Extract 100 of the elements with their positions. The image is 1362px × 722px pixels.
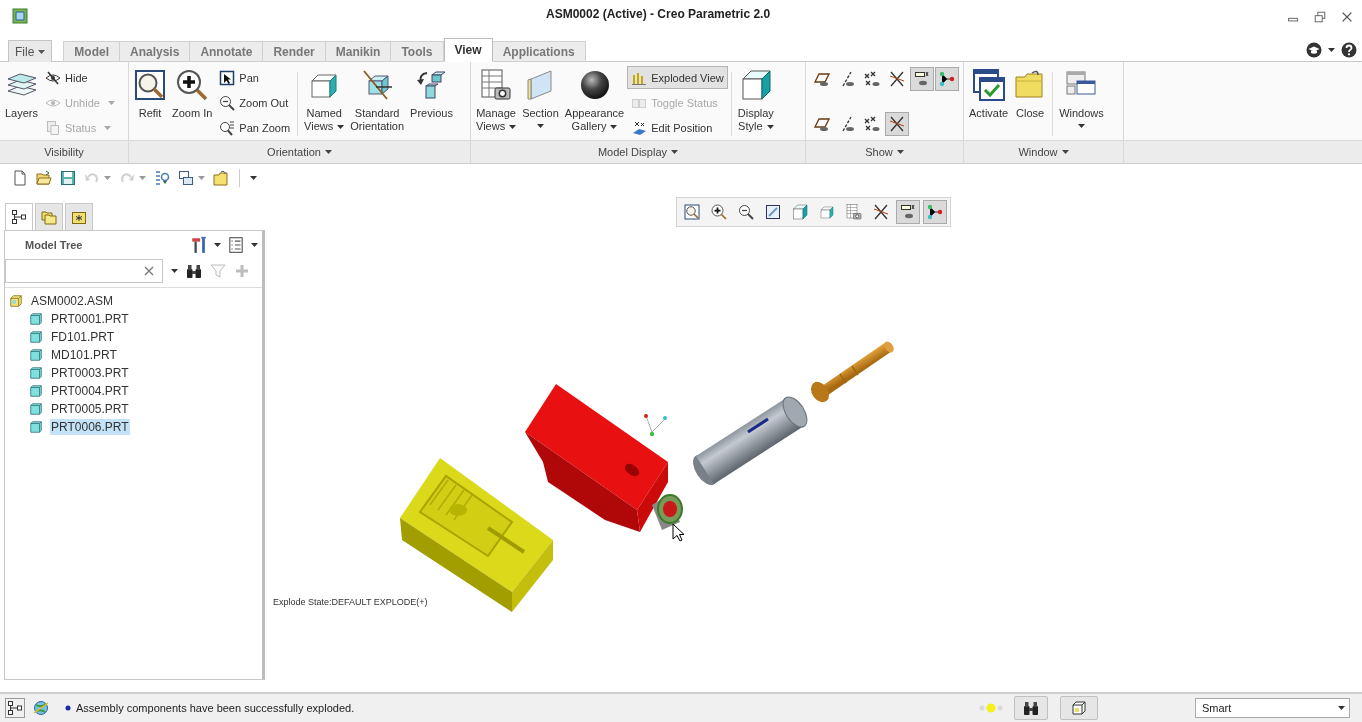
tree-item[interactable]: FD101.PRT	[50, 329, 116, 345]
search-field[interactable]	[5, 259, 163, 283]
view-toolbar-button[interactable]	[896, 200, 920, 224]
ribbon-tab[interactable]: Analysis	[120, 41, 191, 62]
ribbon-button[interactable]: Hide	[41, 66, 119, 89]
model-button[interactable]	[1060, 696, 1098, 720]
close-icon[interactable]	[1340, 10, 1354, 24]
model-tree-icon[interactable]	[7, 700, 23, 716]
magnifier-lines-icon	[219, 119, 236, 136]
ribbon-button[interactable]: Refit	[131, 64, 169, 123]
selection-filter-dropdown[interactable]: Smart	[1195, 698, 1350, 718]
ribbon-button[interactable]: Close	[1011, 64, 1050, 123]
part-cube-icon	[29, 366, 43, 380]
list-circle-icon[interactable]	[154, 170, 170, 186]
show-toggle-button[interactable]	[885, 112, 909, 136]
clear-icon[interactable]	[144, 266, 154, 276]
ribbon-tab[interactable]: View	[443, 38, 493, 62]
linked-nodes-icon	[939, 71, 955, 87]
tree-item[interactable]: MD101.PRT	[50, 347, 118, 363]
restore-icon[interactable]	[1313, 10, 1327, 24]
group-menu-button[interactable]: Window	[1014, 144, 1073, 160]
ribbon-button[interactable]: Zoom In	[169, 64, 216, 123]
caret-icon	[537, 124, 544, 128]
show-toggle-button[interactable]	[910, 67, 934, 91]
box-icon	[1071, 700, 1087, 716]
tag-icon	[914, 71, 930, 87]
ribbon-split-button[interactable]: Windows	[1056, 64, 1107, 131]
caret-icon[interactable]	[1328, 47, 1335, 52]
new-file-icon[interactable]	[12, 170, 28, 186]
save-icon[interactable]	[60, 170, 76, 186]
ribbon-button[interactable]: Activate	[966, 64, 1012, 123]
ribbon-button[interactable]: Named Views	[301, 64, 348, 136]
zoom-in-icon	[711, 204, 727, 220]
file-menu-button[interactable]: File	[8, 40, 53, 62]
crossed-axes-icon	[889, 71, 905, 87]
show-toggle-button[interactable]	[935, 67, 959, 91]
window-check-icon	[972, 69, 1005, 101]
mouse-pointer-icon	[672, 523, 685, 542]
folder-icon[interactable]	[213, 170, 229, 186]
ribbon-tab[interactable]: Model	[63, 41, 120, 62]
ribbon-tab[interactable]: Manikin	[325, 41, 392, 62]
ribbon-button[interactable]: Exploded View	[627, 66, 728, 89]
open-folder-icon[interactable]	[36, 170, 52, 186]
caret-icon[interactable]	[214, 243, 221, 247]
ribbon-button[interactable]: Appearance Gallery	[561, 64, 628, 136]
ribbon-button[interactable]: Pan Zoom	[215, 116, 295, 139]
caret-icon[interactable]	[251, 243, 258, 247]
view-toolbar-button[interactable]	[923, 200, 947, 224]
panel-tab[interactable]	[5, 203, 33, 230]
globe-icon[interactable]	[33, 700, 49, 716]
ribbon-tab[interactable]: Applications	[492, 41, 586, 62]
tree-item[interactable]: PRT0004.PRT	[50, 383, 130, 399]
tree-item[interactable]: PRT0003.PRT	[50, 365, 130, 381]
ribbon-button[interactable]: Pan	[215, 66, 295, 89]
list-icon[interactable]	[227, 236, 245, 254]
sphere-icon	[578, 69, 611, 101]
ribbon-split-button[interactable]: Section	[519, 64, 562, 131]
explode-state-label: Explode State:DEFAULT EXPLODE(+)	[273, 597, 428, 607]
star-folder-icon	[71, 209, 87, 225]
caret-icon	[1338, 706, 1345, 710]
ribbon-button[interactable]: Zoom Out	[215, 91, 295, 114]
linked-nodes-icon	[927, 204, 943, 220]
crossed-axes-icon	[889, 116, 905, 132]
graduation-cap-icon[interactable]	[1306, 41, 1322, 58]
model-tree-icon	[11, 209, 27, 225]
part-cube-icon	[29, 384, 43, 398]
find-button[interactable]	[1014, 696, 1048, 720]
square-diagonal-icon	[765, 204, 781, 220]
ribbon-tab[interactable]: Annotate	[190, 41, 264, 62]
ribbon-tab[interactable]: Render	[263, 41, 326, 62]
tree-item[interactable]: PRT0005.PRT	[50, 401, 130, 417]
customize-caret-icon[interactable]	[250, 176, 257, 180]
window-title: ASM0002 (Active) - Creo Parametric 2.0	[546, 7, 771, 21]
ribbon-button[interactable]: Previous	[407, 64, 456, 123]
status-message: Assembly components have been successfully exploded.	[76, 702, 355, 714]
tree-item[interactable]: ASM0002.ASM	[30, 293, 115, 309]
zoom-in-icon	[176, 69, 209, 101]
binoculars-icon[interactable]	[186, 263, 202, 279]
tree-item[interactable]: PRT0001.PRT	[50, 311, 130, 327]
group-menu-button[interactable]: Orientation	[263, 144, 336, 160]
assembly-cube-icon	[9, 294, 23, 308]
tools-icon[interactable]	[190, 236, 208, 254]
group-menu-button[interactable]: Model Display	[593, 144, 683, 160]
caret-icon[interactable]	[171, 269, 178, 273]
group-menu-button[interactable]: Show	[861, 144, 908, 160]
ribbon-button[interactable]: Standard Orientation	[347, 64, 408, 136]
app-logo-icon	[12, 8, 28, 24]
ribbon-button[interactable]: Edit Position	[627, 116, 728, 139]
ribbon-button[interactable]: Manage Views	[473, 64, 520, 136]
windows-icon[interactable]	[178, 170, 194, 186]
part-cube-icon	[29, 330, 43, 344]
ribbon-tab[interactable]: Tools	[391, 41, 444, 62]
sheets-icon	[45, 119, 62, 136]
tree-item[interactable]: PRT0006.PRT	[50, 419, 130, 435]
ribbon-button[interactable]: Layers	[2, 64, 42, 123]
part-cube-icon	[29, 420, 43, 434]
folders-icon	[41, 209, 57, 225]
ribbon-button[interactable]: Display Style	[734, 64, 777, 136]
caret-icon	[38, 49, 46, 54]
help-icon[interactable]	[1341, 41, 1357, 58]
